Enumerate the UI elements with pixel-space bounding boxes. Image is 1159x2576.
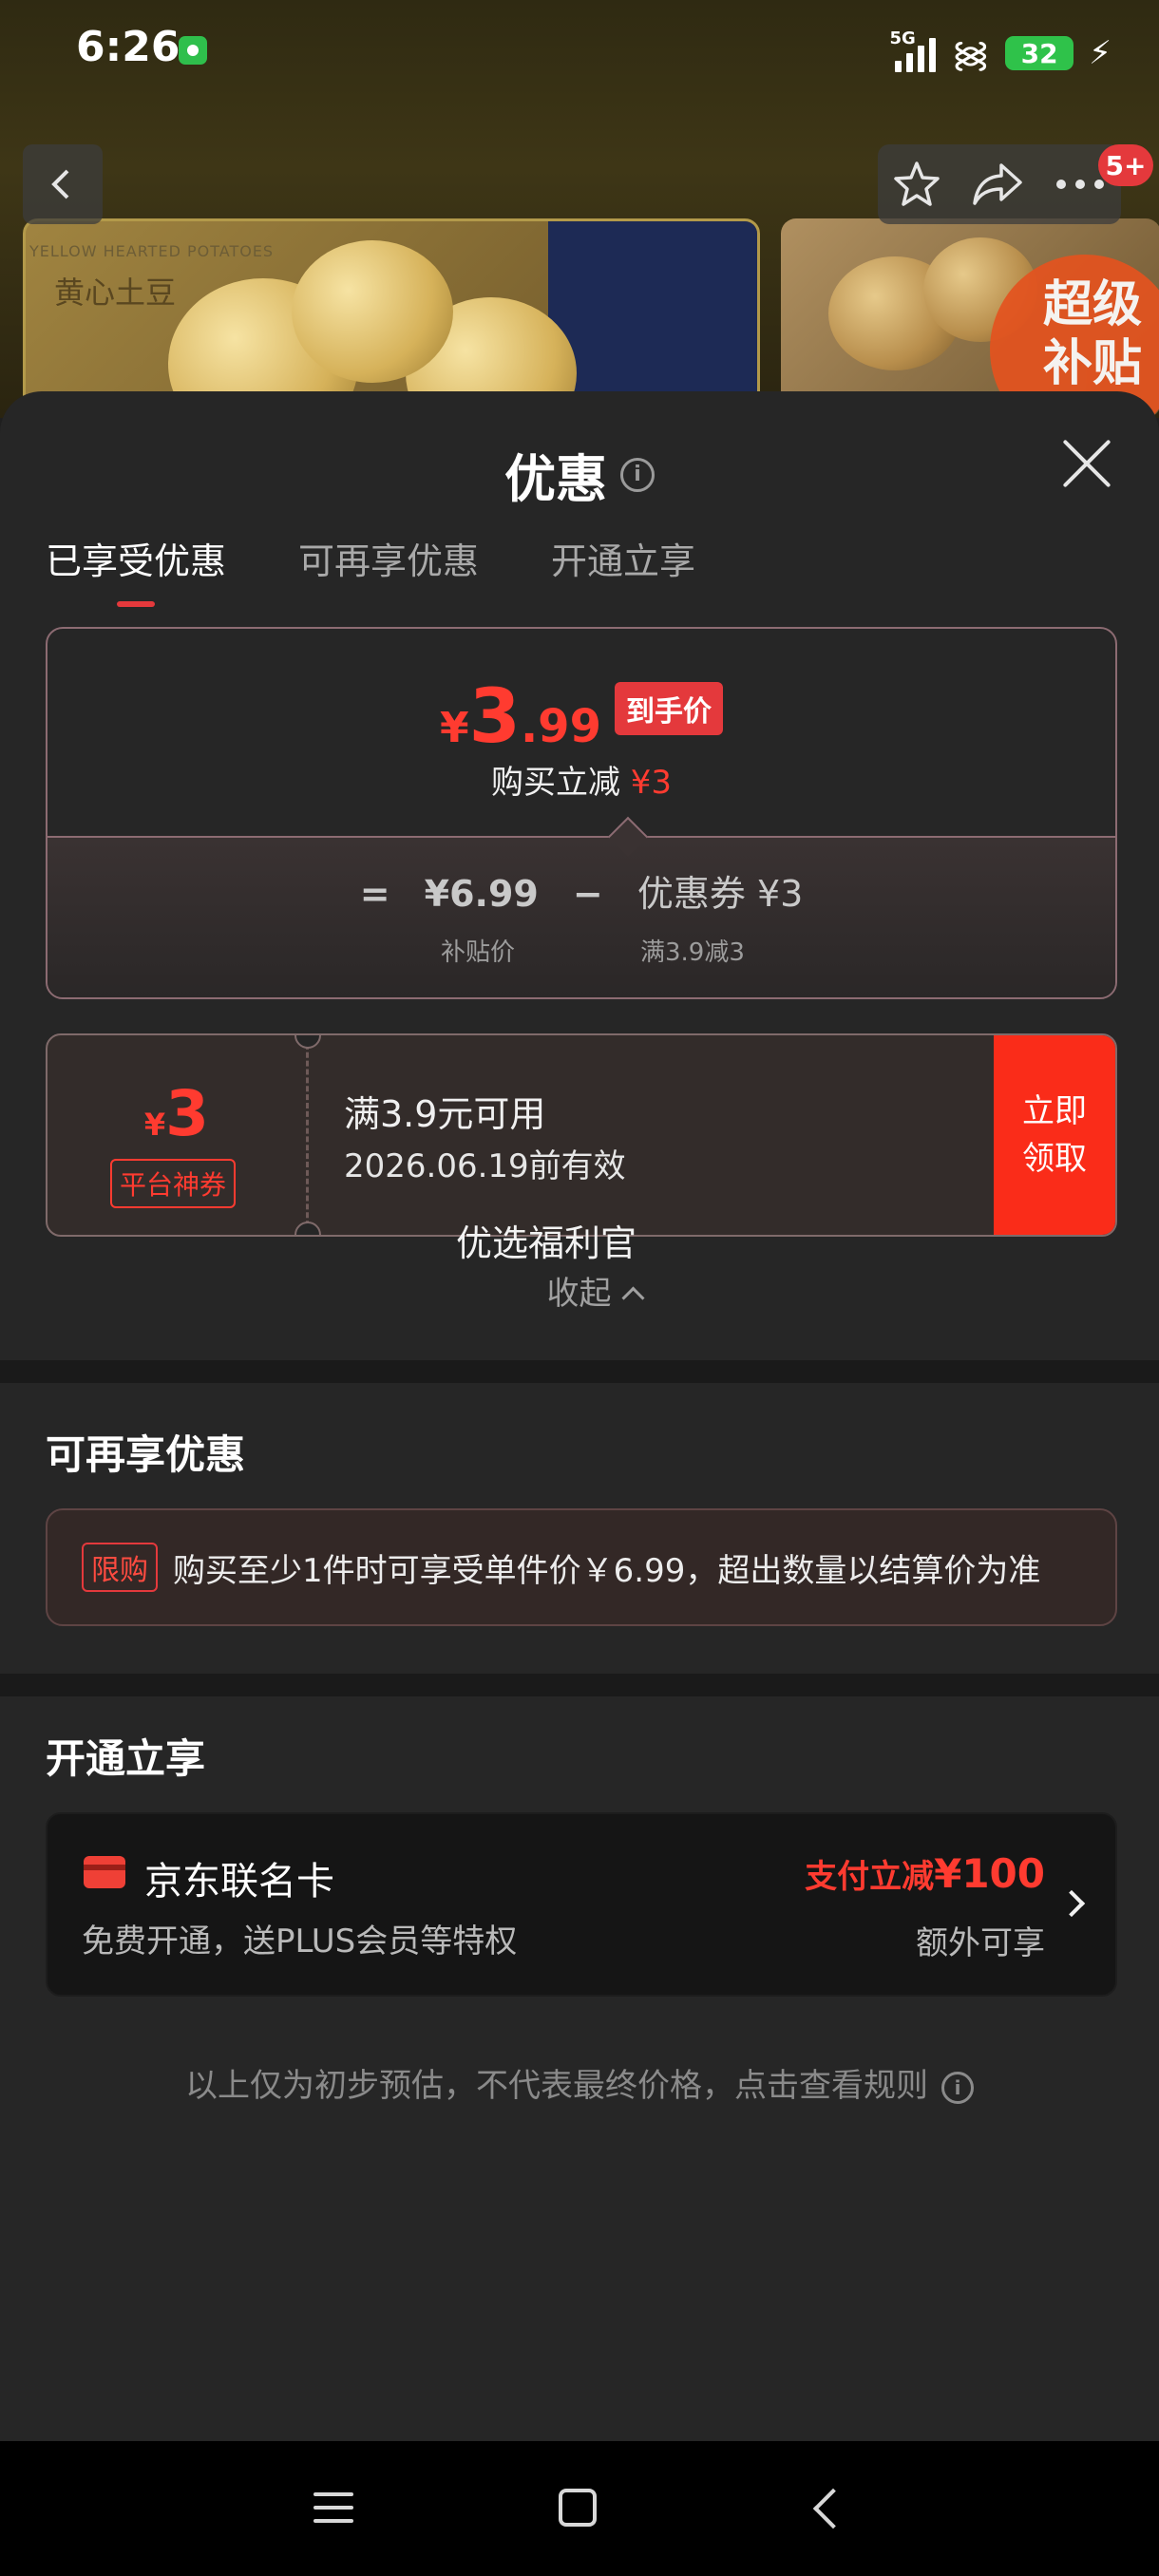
chevron-left-icon [51,169,69,199]
final-price-tag: 到手价 [614,682,723,735]
message-count-badge: 5+ [1098,144,1153,186]
tab-enjoyed[interactable]: 已享受优惠 [46,532,226,607]
coupon-validity: 2026.06.19前有效 [344,1147,626,1185]
battery-icon: 32 [1005,36,1074,70]
share-icon[interactable] [971,160,1024,209]
status-bar: 6:26 5G ᯼ 32 ⚡ [0,0,1159,104]
equals-sign: = [359,873,390,915]
info-icon[interactable]: i [620,457,655,492]
instant-cut-amount: ¥3 [630,764,673,802]
signal-icon: 5G [889,28,937,72]
tab-extra[interactable]: 可再享优惠 [298,532,479,607]
coupon-value-area: ¥3 平台神券 [48,1035,309,1235]
price-formula: = ¥6.99 − 优惠券 ¥3 [48,864,1115,917]
coupon-deduction: 优惠券 ¥3 [636,873,804,915]
final-price: ¥3.99 到手价 [48,674,1115,760]
payment-discount: 支付立减¥100 [805,1850,1045,1897]
product-image-secondary[interactable]: 超级 补贴 [781,218,1159,418]
wifi-icon: ᯼ [951,33,991,75]
info-icon: i [941,2071,974,2104]
tab-open[interactable]: 开通立享 [551,532,695,607]
disclaimer-text: 以上仅为初步预估，不代表最终价格，点击查看规则 [185,2067,928,2105]
extra-discount-title: 可再享优惠 [46,1431,246,1478]
claim-coupon-button[interactable]: 立即领取 [994,1035,1115,1235]
coupon-condition: 满3.9元可用 [344,1093,546,1135]
product-tag-english: YELLOW HEARTED POTATOES [29,242,275,260]
price-formula-area: = ¥6.99 − 优惠券 ¥3 补贴价 满3.9减3 [48,816,1115,997]
close-button[interactable] [1058,435,1115,492]
card-name: 京东联名卡 [144,1860,334,1904]
home-button[interactable] [559,2489,597,2527]
collapse-label: 收起 [546,1275,612,1313]
price-decimal: .99 [520,700,601,753]
chevron-up-icon [620,1286,645,1310]
system-navigation-bar [0,2441,1159,2576]
currency-symbol: ¥ [440,704,469,752]
instant-cut-label: 购买立减 [490,764,620,802]
open-benefit-title: 开通立享 [46,1735,206,1782]
status-icons: 5G ᯼ 32 ⚡ [889,28,1112,78]
card-benefit-text: 免费开通，送PLUS会员等特权 [82,1923,518,1960]
app-notification-icon [179,36,207,65]
purchase-limit-card: 限购 购买至少1件时可享受单件价￥6.99，超出数量以结算价为准 [46,1508,1117,1626]
subsidy-price: ¥6.99 [424,873,539,915]
sheet-title-text: 优惠 [504,449,607,509]
coupon-rule-label: 满3.9减3 [640,938,745,967]
coupon-amount: ¥3 [143,1077,210,1150]
sheet-title: 优惠 i [0,437,1159,512]
status-time: 6:26 [76,23,180,71]
star-icon[interactable] [892,160,941,209]
recent-apps-button[interactable] [314,2492,353,2532]
limit-badge: 限购 [82,1543,158,1592]
price-disclaimer[interactable]: 以上仅为初步预估，不代表最终价格，点击查看规则 i [0,2059,1159,2106]
charging-icon: ⚡ [1089,34,1112,72]
discount-tabs: 已享受优惠 可再享优惠 开通立享 [46,532,695,607]
discount-sheet: 优惠 i 已享受优惠 可再享优惠 开通立享 ¥3.99 到手价 购买立减 ¥3 = … [0,391,1159,2576]
more-icon[interactable] [1054,175,1107,194]
instant-cut-text: 购买立减 ¥3 [48,756,1115,803]
coupon-type-badge: 平台神券 [110,1159,237,1208]
subsidy-price-label: 补贴价 [441,938,516,967]
potato-illustration [292,240,453,383]
chevron-right-icon [1057,1889,1086,1918]
price-summary-card: ¥3.99 到手价 购买立减 ¥3 = ¥6.99 − 优惠券 ¥3 补贴价 满3… [46,627,1117,999]
extra-benefit-label: 额外可享 [916,1924,1045,1962]
credit-card-icon [84,1856,125,1888]
back-button[interactable] [23,144,103,224]
product-tag-chinese: 黄心土豆 [54,275,177,311]
section-divider [0,1674,1159,1696]
section-divider [0,1360,1159,1383]
system-back-button[interactable] [812,2488,854,2529]
platform-coupon: ¥3 平台神券 满3.9元可用 2026.06.19前有效 立即领取 [46,1033,1117,1237]
jd-cobrand-card-offer[interactable]: 京东联名卡 免费开通，送PLUS会员等特权 支付立减¥100 额外可享 [46,1812,1117,1997]
final-price-area: ¥3.99 到手价 购买立减 ¥3 [48,629,1115,836]
welfare-officer-label: 优选福利官 [455,1222,636,1264]
collapse-toggle[interactable]: 收起 [0,1267,1159,1314]
top-action-bar [878,144,1121,224]
minus-sign: − [572,873,603,915]
limit-description: 购买至少1件时可享受单件价￥6.99，超出数量以结算价为准 [173,1552,1041,1590]
price-integer: 3 [468,674,521,760]
